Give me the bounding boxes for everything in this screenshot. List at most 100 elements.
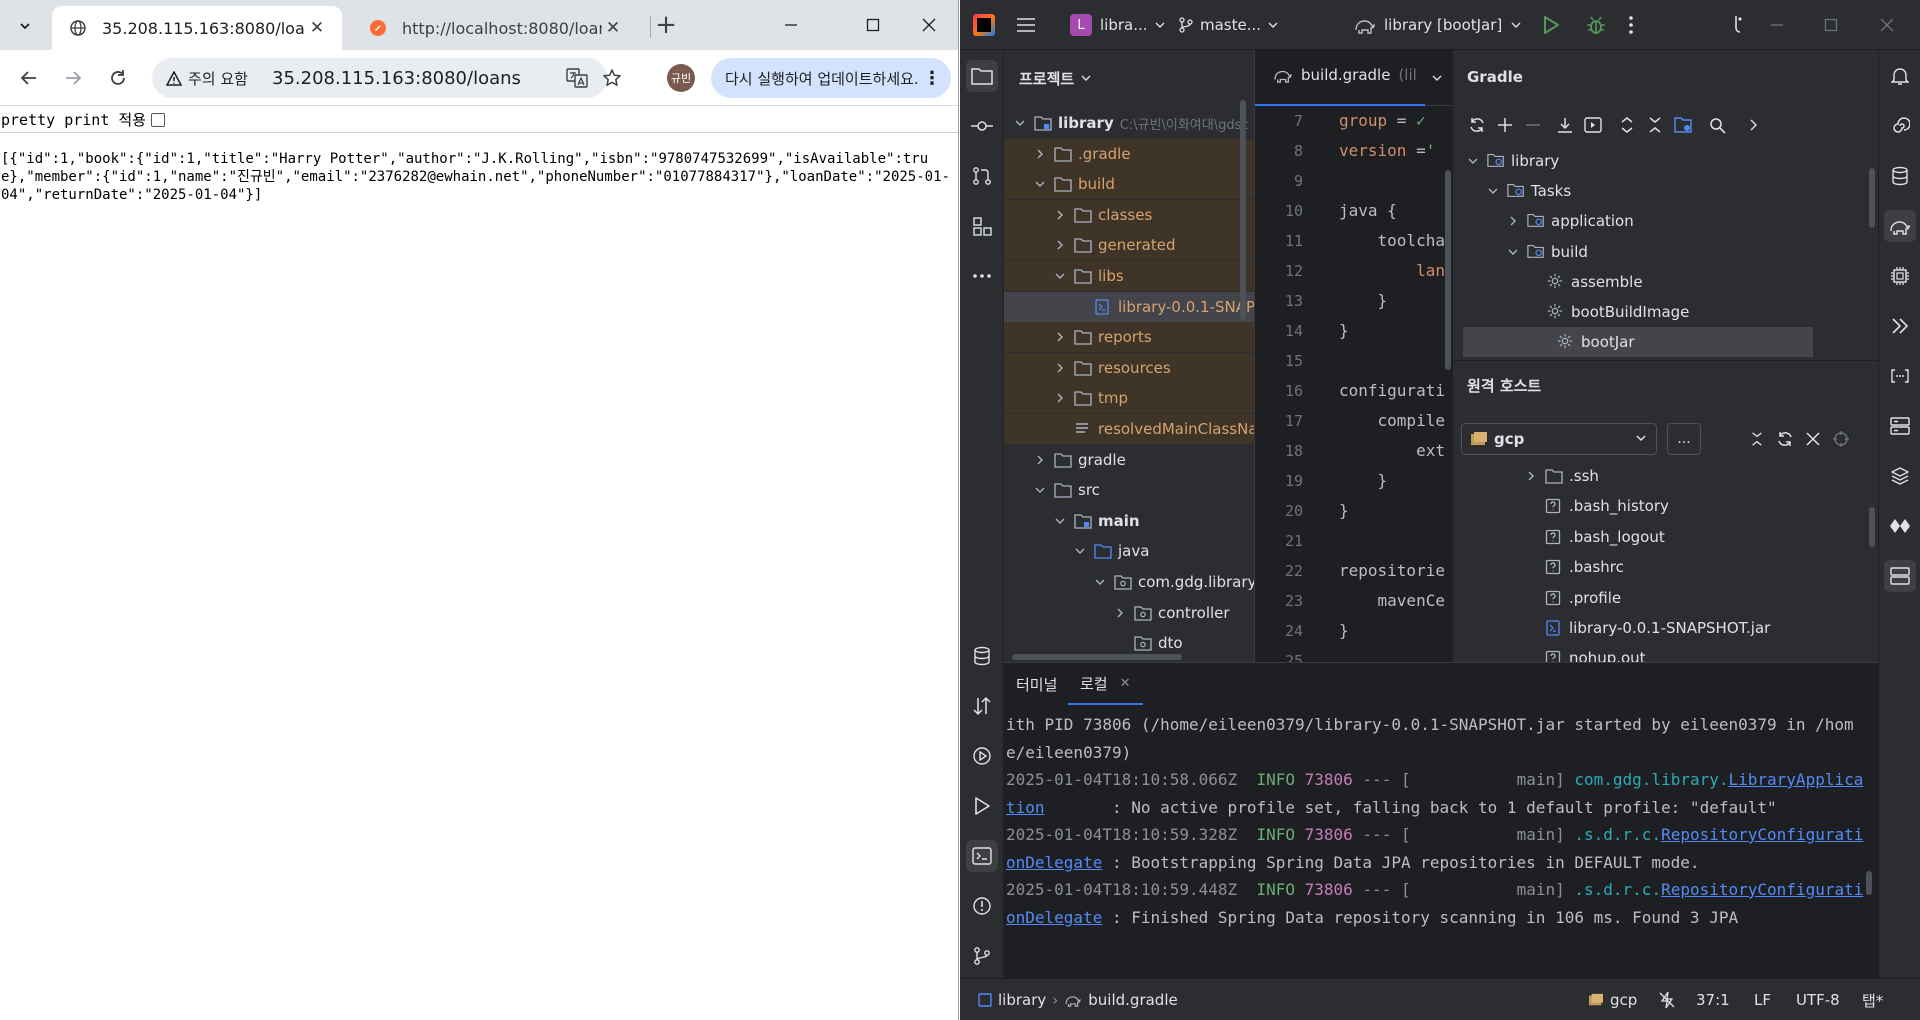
tab-terminal[interactable]: 터미널 xyxy=(1016,663,1057,705)
chevron-down-icon[interactable] xyxy=(1032,176,1048,192)
chevron-down-icon[interactable] xyxy=(1052,268,1068,284)
profile-avatar[interactable]: 규빈 xyxy=(667,64,695,92)
project-tree-item[interactable]: classes xyxy=(1004,199,1254,230)
close-icon[interactable]: ✕ xyxy=(602,17,624,39)
close-window-button[interactable] xyxy=(900,0,958,50)
chevron-right-icon[interactable] xyxy=(1523,468,1539,484)
chevron-down-icon[interactable] xyxy=(1032,482,1048,498)
run-anything-tool-button[interactable] xyxy=(1884,310,1916,342)
run-config-selector[interactable]: library [bootJar] xyxy=(1354,0,1522,50)
more-vert-icon[interactable]: ⋮ xyxy=(923,68,941,89)
ide-minimize-button[interactable] xyxy=(1770,0,1784,50)
terminal-scrollbar[interactable] xyxy=(1866,871,1872,895)
new-tab-button[interactable]: + xyxy=(652,10,680,40)
power-save-icon[interactable] xyxy=(1658,979,1676,1020)
browser-tab-loans-local[interactable]: http://localhost:8080/loans - M ✕ xyxy=(352,6,638,50)
chevron-right-icon[interactable] xyxy=(1052,360,1068,376)
close-icon[interactable]: ✕ xyxy=(1120,676,1131,691)
project-tree-item[interactable]: tmp xyxy=(1004,383,1254,414)
star-icon[interactable] xyxy=(600,67,624,89)
intellij-logo-icon[interactable] xyxy=(973,14,995,36)
gradle-scrollbar[interactable] xyxy=(1869,168,1875,228)
remote-transfer-tool-button[interactable] xyxy=(966,690,998,722)
project-tree-item[interactable]: java xyxy=(1004,536,1254,566)
remote-tree-item[interactable]: library-0.0.1-SNAPSHOT.jar xyxy=(1453,613,1770,643)
chevron-down-icon[interactable] xyxy=(1092,574,1108,590)
minimize-button[interactable] xyxy=(762,0,820,50)
commit-tool-button[interactable] xyxy=(966,110,998,142)
run-tool-button[interactable] xyxy=(966,790,998,822)
project-tree-item[interactable]: build xyxy=(1004,169,1254,200)
chevron-right-icon[interactable] xyxy=(1112,605,1128,621)
chevron-right-icon[interactable] xyxy=(1052,237,1068,253)
remote-tree-item[interactable]: .bashrc xyxy=(1453,552,1703,582)
terminal-tool-button[interactable] xyxy=(966,840,998,872)
pretty-print-checkbox[interactable] xyxy=(151,112,166,127)
reload-icon[interactable] xyxy=(1465,113,1489,137)
collapse-all-icon[interactable] xyxy=(1643,113,1667,137)
close-icon[interactable] xyxy=(1801,427,1825,451)
chevron-down-icon[interactable] xyxy=(1431,72,1443,84)
project-panel-header[interactable]: 프로젝트 xyxy=(1004,50,1254,106)
expand-all-icon[interactable] xyxy=(1615,113,1639,137)
gradle-tree-item[interactable]: build xyxy=(1453,237,1878,267)
status-encoding[interactable]: UTF-8 xyxy=(1796,979,1840,1020)
remote-host-tool-button[interactable] xyxy=(1884,560,1916,592)
project-tree-item[interactable]: controller xyxy=(1004,598,1254,628)
chevron-right-icon[interactable] xyxy=(1505,213,1521,229)
project-tree-item[interactable]: library C:\규빈\이화여대\gdsc xyxy=(1004,108,1254,138)
code-area[interactable]: group = ✓ version =' java { toolcha lan }… xyxy=(1339,106,1445,662)
more-actions-button[interactable] xyxy=(1628,0,1634,50)
chevron-down-icon[interactable] xyxy=(1485,183,1501,199)
chevron-right-icon[interactable] xyxy=(1052,207,1068,223)
cpu-tool-button[interactable] xyxy=(1884,260,1916,292)
chevron-right-icon[interactable] xyxy=(1052,390,1068,406)
gradle-tree-item[interactable]: Tasks xyxy=(1453,176,1878,206)
status-indent[interactable]: 탭* xyxy=(1862,979,1883,1020)
tab-search-button[interactable] xyxy=(8,10,42,42)
more-tools-button[interactable] xyxy=(966,260,998,292)
remote-tree-item[interactable]: nohup.out xyxy=(1453,643,1703,662)
remote-tree-item[interactable]: .bash_history xyxy=(1453,491,1703,521)
notifications-tool-button[interactable] xyxy=(1884,60,1916,92)
services-tool-button[interactable] xyxy=(966,740,998,772)
project-switcher[interactable]: L libra... xyxy=(1070,0,1166,50)
project-tree-item[interactable]: gradle xyxy=(1004,445,1254,475)
execute-task-icon[interactable] xyxy=(1581,113,1605,137)
ide-maximize-button[interactable] xyxy=(1824,0,1838,50)
forward-button[interactable] xyxy=(56,61,90,95)
code-with-me-button[interactable] xyxy=(1730,0,1746,50)
remote-scrollbar[interactable] xyxy=(1869,507,1875,547)
status-line-separator[interactable]: LF xyxy=(1754,979,1771,1020)
browser-tab-loans-remote[interactable]: 35.208.115.163:8080/loans ✕ xyxy=(52,6,342,50)
project-tree-item[interactable]: main xyxy=(1004,506,1254,536)
update-chip[interactable]: 다시 실행하여 업데이트하세요. ⋮ xyxy=(711,58,951,98)
project-tree-item[interactable]: library-0.0.1-SNAPSHOT xyxy=(1004,291,1254,322)
project-tree-item[interactable]: src xyxy=(1004,475,1254,505)
project-scrollbar[interactable] xyxy=(1240,100,1246,320)
remote-tree-item[interactable]: .bash_logout xyxy=(1453,522,1703,552)
remote-host-browse-button[interactable]: ... xyxy=(1667,423,1701,455)
analyze-icon[interactable] xyxy=(1705,113,1729,137)
database-tool-button[interactable] xyxy=(966,640,998,672)
project-tree-item[interactable]: reports xyxy=(1004,322,1254,353)
maximize-button[interactable] xyxy=(844,0,902,50)
pull-requests-tool-button[interactable] xyxy=(966,160,998,192)
gradle-tree-item[interactable]: bootJar xyxy=(1463,327,1813,358)
status-caret-position[interactable]: 37:1 xyxy=(1696,979,1730,1020)
project-tree-item[interactable]: libs xyxy=(1004,261,1254,291)
download-icon[interactable] xyxy=(1553,113,1577,137)
endpoints-tool-button[interactable] xyxy=(1884,360,1916,392)
project-tree-item[interactable]: .gradle xyxy=(1004,138,1254,169)
chevron-down-icon[interactable] xyxy=(1052,513,1068,529)
gradle-tree-item[interactable]: assemble xyxy=(1453,267,1878,297)
main-menu-button[interactable] xyxy=(1016,0,1036,50)
project-tool-button[interactable] xyxy=(966,60,998,92)
chevron-right-icon[interactable] xyxy=(1741,113,1765,137)
editor-tab-build-gradle[interactable]: build.gradle (lil xyxy=(1255,50,1452,106)
back-button[interactable] xyxy=(12,61,46,95)
minus-icon[interactable] xyxy=(1521,113,1545,137)
debug-button[interactable] xyxy=(1586,0,1606,50)
chevron-right-icon[interactable] xyxy=(1032,146,1048,162)
reload-button[interactable] xyxy=(101,61,135,95)
